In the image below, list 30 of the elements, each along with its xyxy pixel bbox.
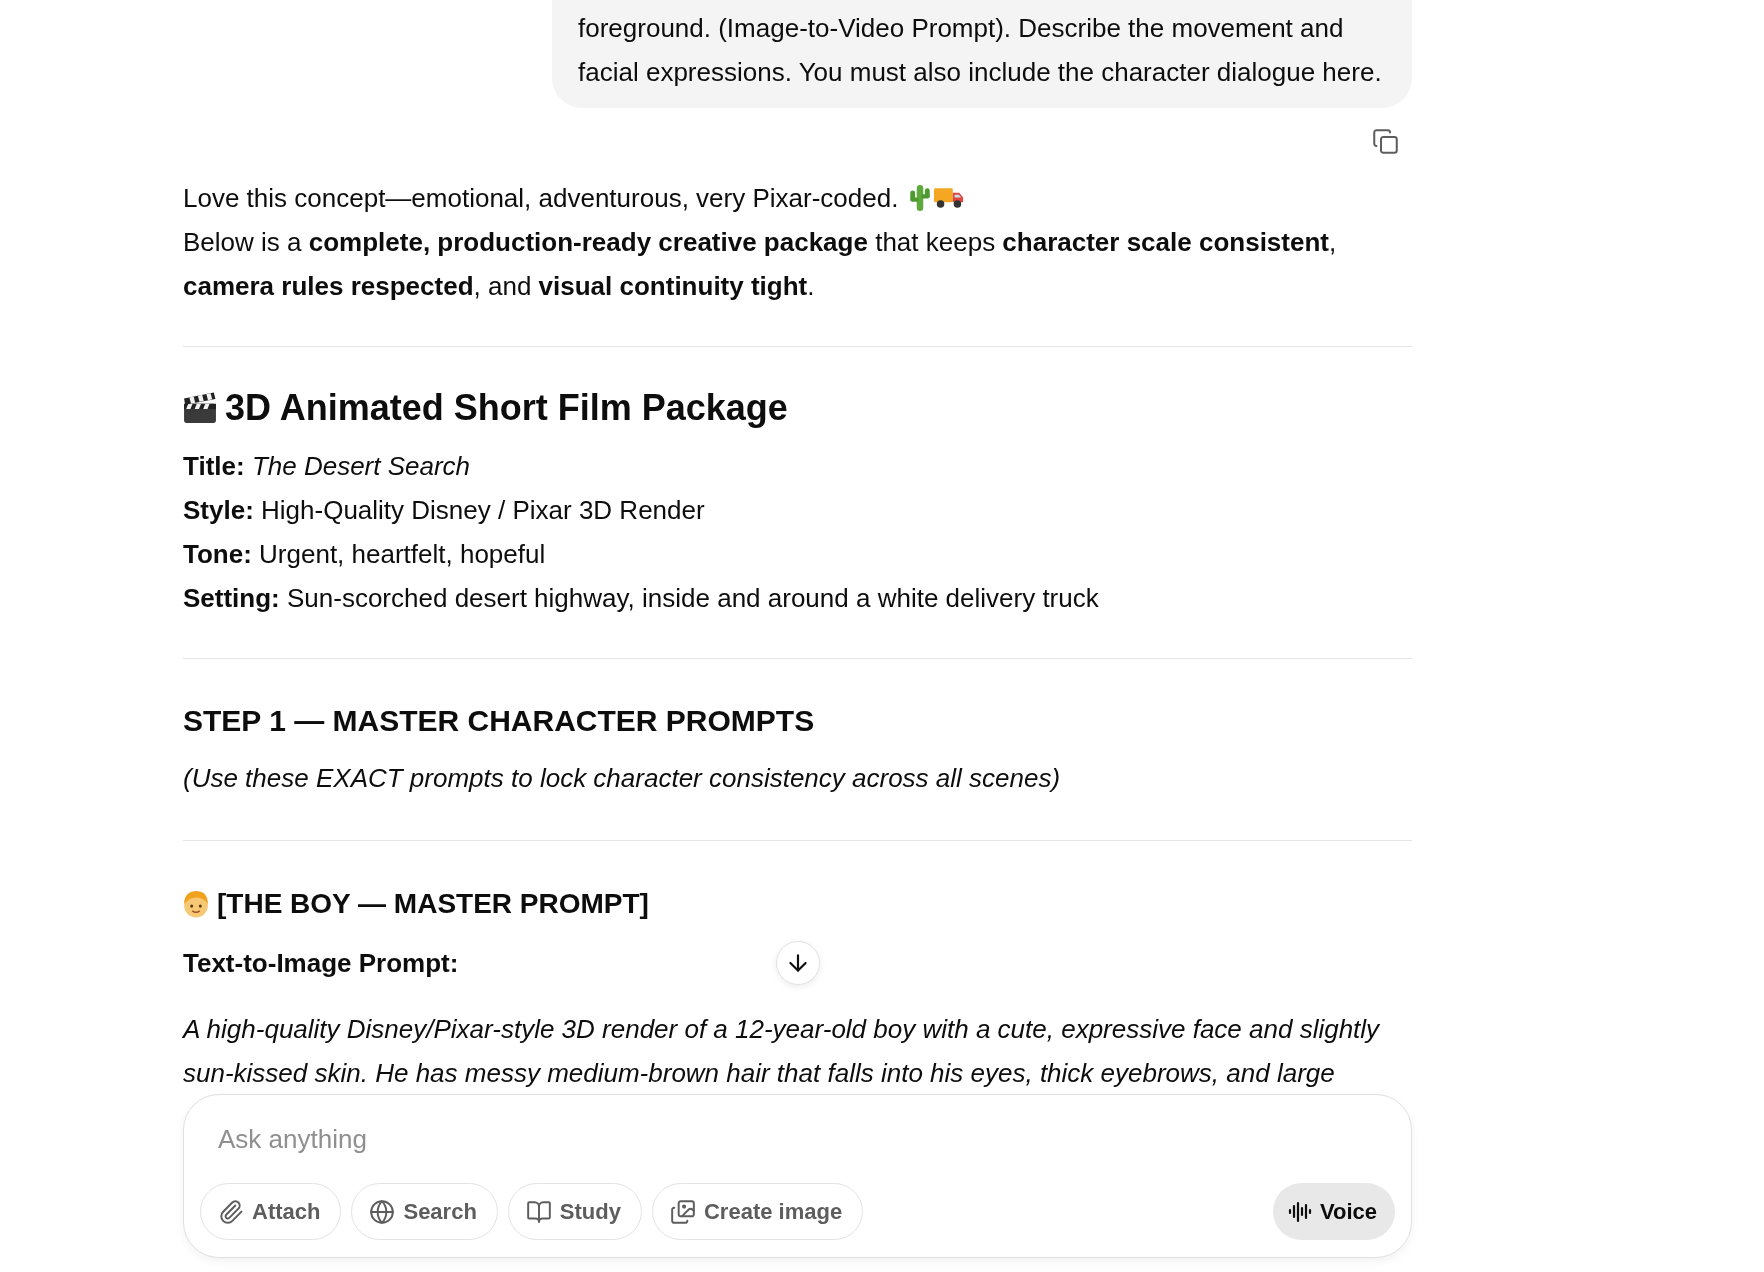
detail-line: Style: High-Quality Disney / Pixar 3D Render (183, 494, 706, 527)
paperclip-icon (218, 1198, 244, 1225)
images-icon (669, 1198, 696, 1225)
child-face-icon (183, 890, 209, 918)
message-input[interactable]: Ask anything (218, 1117, 1218, 1161)
detail-line: Title: The Desert Search (183, 450, 472, 483)
create-image-button[interactable]: Create image (651, 1183, 864, 1240)
study-button[interactable]: Study (507, 1183, 642, 1240)
section-heading: 3D Animated Short Film Package (225, 386, 788, 430)
search-button[interactable]: Search (351, 1183, 498, 1240)
truck-icon (934, 188, 965, 208)
character-heading: [THE BOY — MASTER PROMPT] (217, 887, 649, 921)
voice-button[interactable]: Voice (1272, 1183, 1395, 1240)
copy-icon[interactable] (1372, 128, 1399, 155)
book-icon (525, 1198, 552, 1225)
intro-text: Below is a complete, production-ready creative package that keeps character scale consistent, camera rules respected, and visual continuity tight. (183, 226, 1338, 303)
cactus-icon (910, 185, 931, 211)
user-message: foreground. (Image-to-Video Prompt). Describe the movement and facial expressions. You must also include the character dialogue here. (552, 0, 1412, 108)
globe-icon (369, 1198, 396, 1225)
attach-button[interactable]: Attach (200, 1183, 342, 1240)
prompt-label: Text-to-Image Prompt: (183, 947, 459, 980)
step-heading: STEP 1 — MASTER CHARACTER PROMPTS (183, 703, 815, 739)
prompt-text: A high-quality Disney/Pixar-style 3D render of a 12-year-old boy with a cute, expressive face and slightly sun-kissed skin. He has messy medium-brown hair that falls into his eyes, thick eyebrows, and large (183, 1013, 1381, 1090)
detail-line: Tone: Urgent, heartfelt, hopeful (183, 538, 547, 571)
sound-wave-icon (1287, 1199, 1312, 1224)
step-note: (Use these EXACT prompts to lock character consistency across all scenes) (183, 762, 1062, 795)
clapperboard-icon (183, 392, 217, 424)
detail-line: Setting: Sun-scorched desert highway, inside and around a white delivery truck (183, 582, 1100, 615)
scroll-down-button[interactable] (775, 941, 820, 985)
intro-text: Love this concept—emotional, adventurous, very Pixar-coded. (183, 182, 899, 215)
